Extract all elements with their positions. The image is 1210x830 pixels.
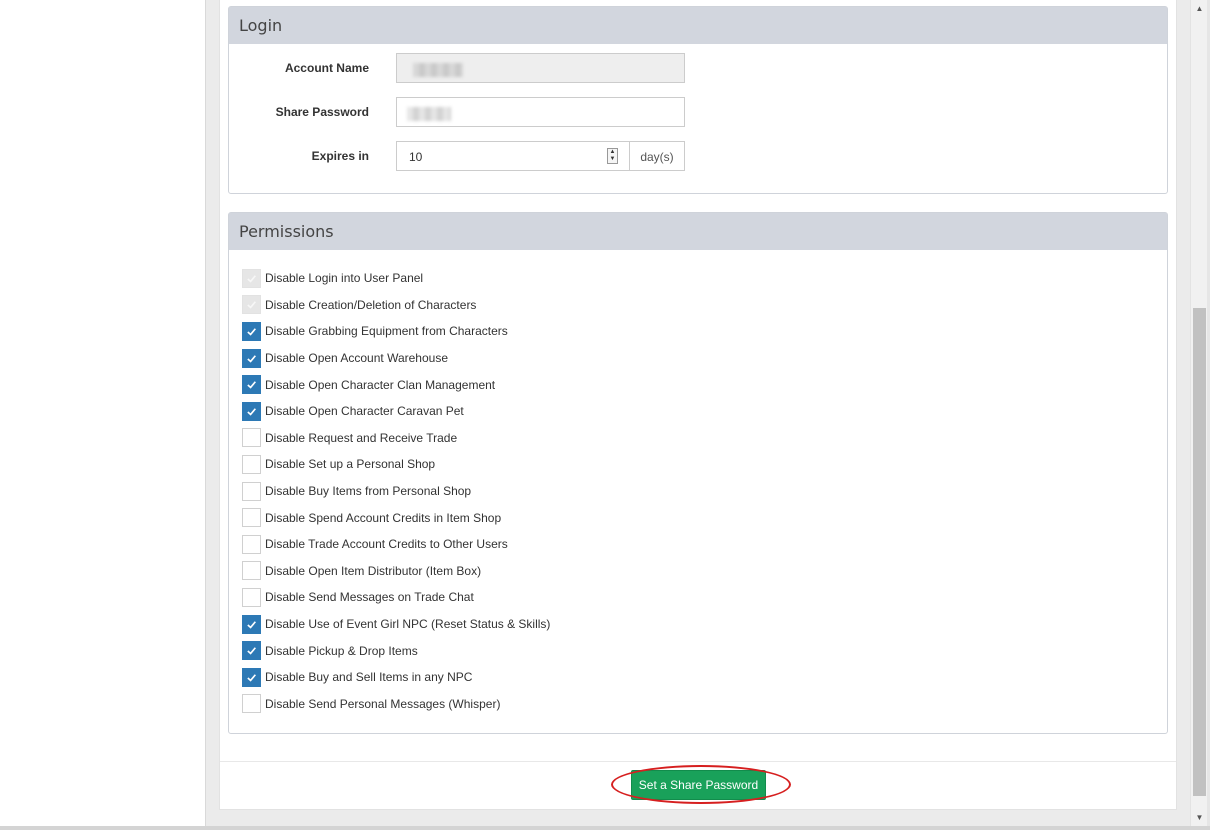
account-name-row: Account Name [229,53,1167,83]
share-password-row: Share Password [229,97,1167,127]
login-panel-title: Login [229,7,1167,44]
account-name-label: Account Name [284,61,369,75]
spinner-down-icon[interactable]: ▼ [608,156,617,163]
permission-checkbox[interactable] [242,667,261,687]
permission-label[interactable]: Disable Send Messages on Trade Chat [265,590,474,604]
footer-divider [220,761,1176,762]
permission-checkbox [242,295,261,315]
permission-item: Disable Send Messages on Trade Chat [242,584,550,611]
permission-item: Disable Spend Account Credits in Item Sh… [242,504,550,531]
checkmark-icon [246,645,257,656]
permission-checkbox[interactable] [242,694,261,714]
set-share-password-button[interactable]: Set a Share Password [631,770,766,800]
scroll-up-arrow-icon[interactable]: ▲ [1191,0,1208,17]
left-sidebar [0,0,206,826]
permission-label[interactable]: Disable Open Account Warehouse [265,351,448,365]
permission-item: Disable Trade Account Credits to Other U… [242,531,550,558]
expires-label: Expires in [311,149,369,163]
permission-label[interactable]: Disable Set up a Personal Shop [265,457,435,471]
permission-checkbox[interactable] [242,321,261,341]
share-password-label: Share Password [275,105,369,119]
checkmark-icon [246,326,257,337]
checkmark-icon [246,299,257,310]
checkmark-icon [246,619,257,630]
permissions-panel-title: Permissions [229,213,1167,250]
permission-checkbox[interactable] [242,561,261,581]
permission-item: Disable Open Item Distributor (Item Box) [242,558,550,585]
scroll-down-arrow-icon[interactable]: ▼ [1191,809,1208,826]
expires-number-input[interactable]: 10 ▲ ▼ [396,141,630,171]
permission-checkbox[interactable] [242,375,261,395]
permission-label[interactable]: Disable Buy and Sell Items in any NPC [265,670,472,684]
permission-label[interactable]: Disable Trade Account Credits to Other U… [265,537,508,551]
checkmark-icon [246,672,257,683]
permission-label[interactable]: Disable Login into User Panel [265,271,423,285]
checkmark-icon [246,273,257,284]
permissions-list: Disable Login into User Panel Disable Cre… [242,265,550,717]
permission-label[interactable]: Disable Open Character Caravan Pet [265,404,464,418]
permission-item: Disable Login into User Panel [242,265,550,292]
vertical-scrollbar[interactable]: ▲ ▼ [1190,0,1207,826]
permission-item: Disable Open Character Caravan Pet [242,398,550,425]
permission-item: Disable Creation/Deletion of Characters [242,292,550,319]
permission-checkbox[interactable] [242,348,261,368]
redacted-password [407,106,451,121]
scrollbar-thumb[interactable] [1193,308,1206,796]
account-name-input[interactable] [396,53,685,83]
permission-checkbox[interactable] [242,508,261,528]
permission-item: Disable Set up a Personal Shop [242,451,550,478]
spinner-up-icon[interactable]: ▲ [608,149,617,156]
expires-value: 10 [409,150,423,164]
permission-label[interactable]: Disable Creation/Deletion of Characters [265,298,476,312]
number-spinner[interactable]: ▲ ▼ [607,148,618,164]
login-panel: Login Account Name Share Password Expire… [228,6,1168,194]
permission-item: Disable Open Account Warehouse [242,345,550,372]
checkmark-icon [246,353,257,364]
permission-label[interactable]: Disable Request and Receive Trade [265,431,457,445]
permission-checkbox[interactable] [242,534,261,554]
permission-item: Disable Buy and Sell Items in any NPC [242,664,550,691]
checkmark-icon [246,379,257,390]
permission-checkbox[interactable] [242,428,261,448]
permission-checkbox [242,268,261,288]
permission-checkbox[interactable] [242,401,261,421]
permissions-panel: Permissions Disable Login into User Pane… [228,212,1168,734]
permission-item: Disable Use of Event Girl NPC (Reset Sta… [242,611,550,638]
permission-item: Disable Buy Items from Personal Shop [242,478,550,505]
permission-label[interactable]: Disable Open Item Distributor (Item Box) [265,564,481,578]
permission-checkbox[interactable] [242,641,261,661]
permission-checkbox[interactable] [242,454,261,474]
permission-checkbox[interactable] [242,614,261,634]
permission-label[interactable]: Disable Buy Items from Personal Shop [265,484,471,498]
expires-row: Expires in 10 ▲ ▼ day(s) [229,141,1167,171]
expires-unit-addon: day(s) [629,141,685,171]
share-password-input[interactable] [396,97,685,127]
permission-checkbox[interactable] [242,587,261,607]
redacted-account-name [413,62,463,77]
checkmark-icon [246,406,257,417]
permission-label[interactable]: Disable Grabbing Equipment from Characte… [265,324,508,338]
permission-item: Disable Grabbing Equipment from Characte… [242,318,550,345]
permission-item: Disable Open Character Clan Management [242,371,550,398]
permission-item: Disable Send Personal Messages (Whisper) [242,691,550,718]
permission-label[interactable]: Disable Use of Event Girl NPC (Reset Sta… [265,617,550,631]
permission-label[interactable]: Disable Pickup & Drop Items [265,644,418,658]
permission-label[interactable]: Disable Send Personal Messages (Whisper) [265,697,500,711]
permission-label[interactable]: Disable Open Character Clan Management [265,378,495,392]
window-bottom-edge [0,826,1210,830]
permission-item: Disable Pickup & Drop Items [242,637,550,664]
permission-checkbox[interactable] [242,481,261,501]
permission-item: Disable Request and Receive Trade [242,425,550,452]
permission-label[interactable]: Disable Spend Account Credits in Item Sh… [265,511,501,525]
